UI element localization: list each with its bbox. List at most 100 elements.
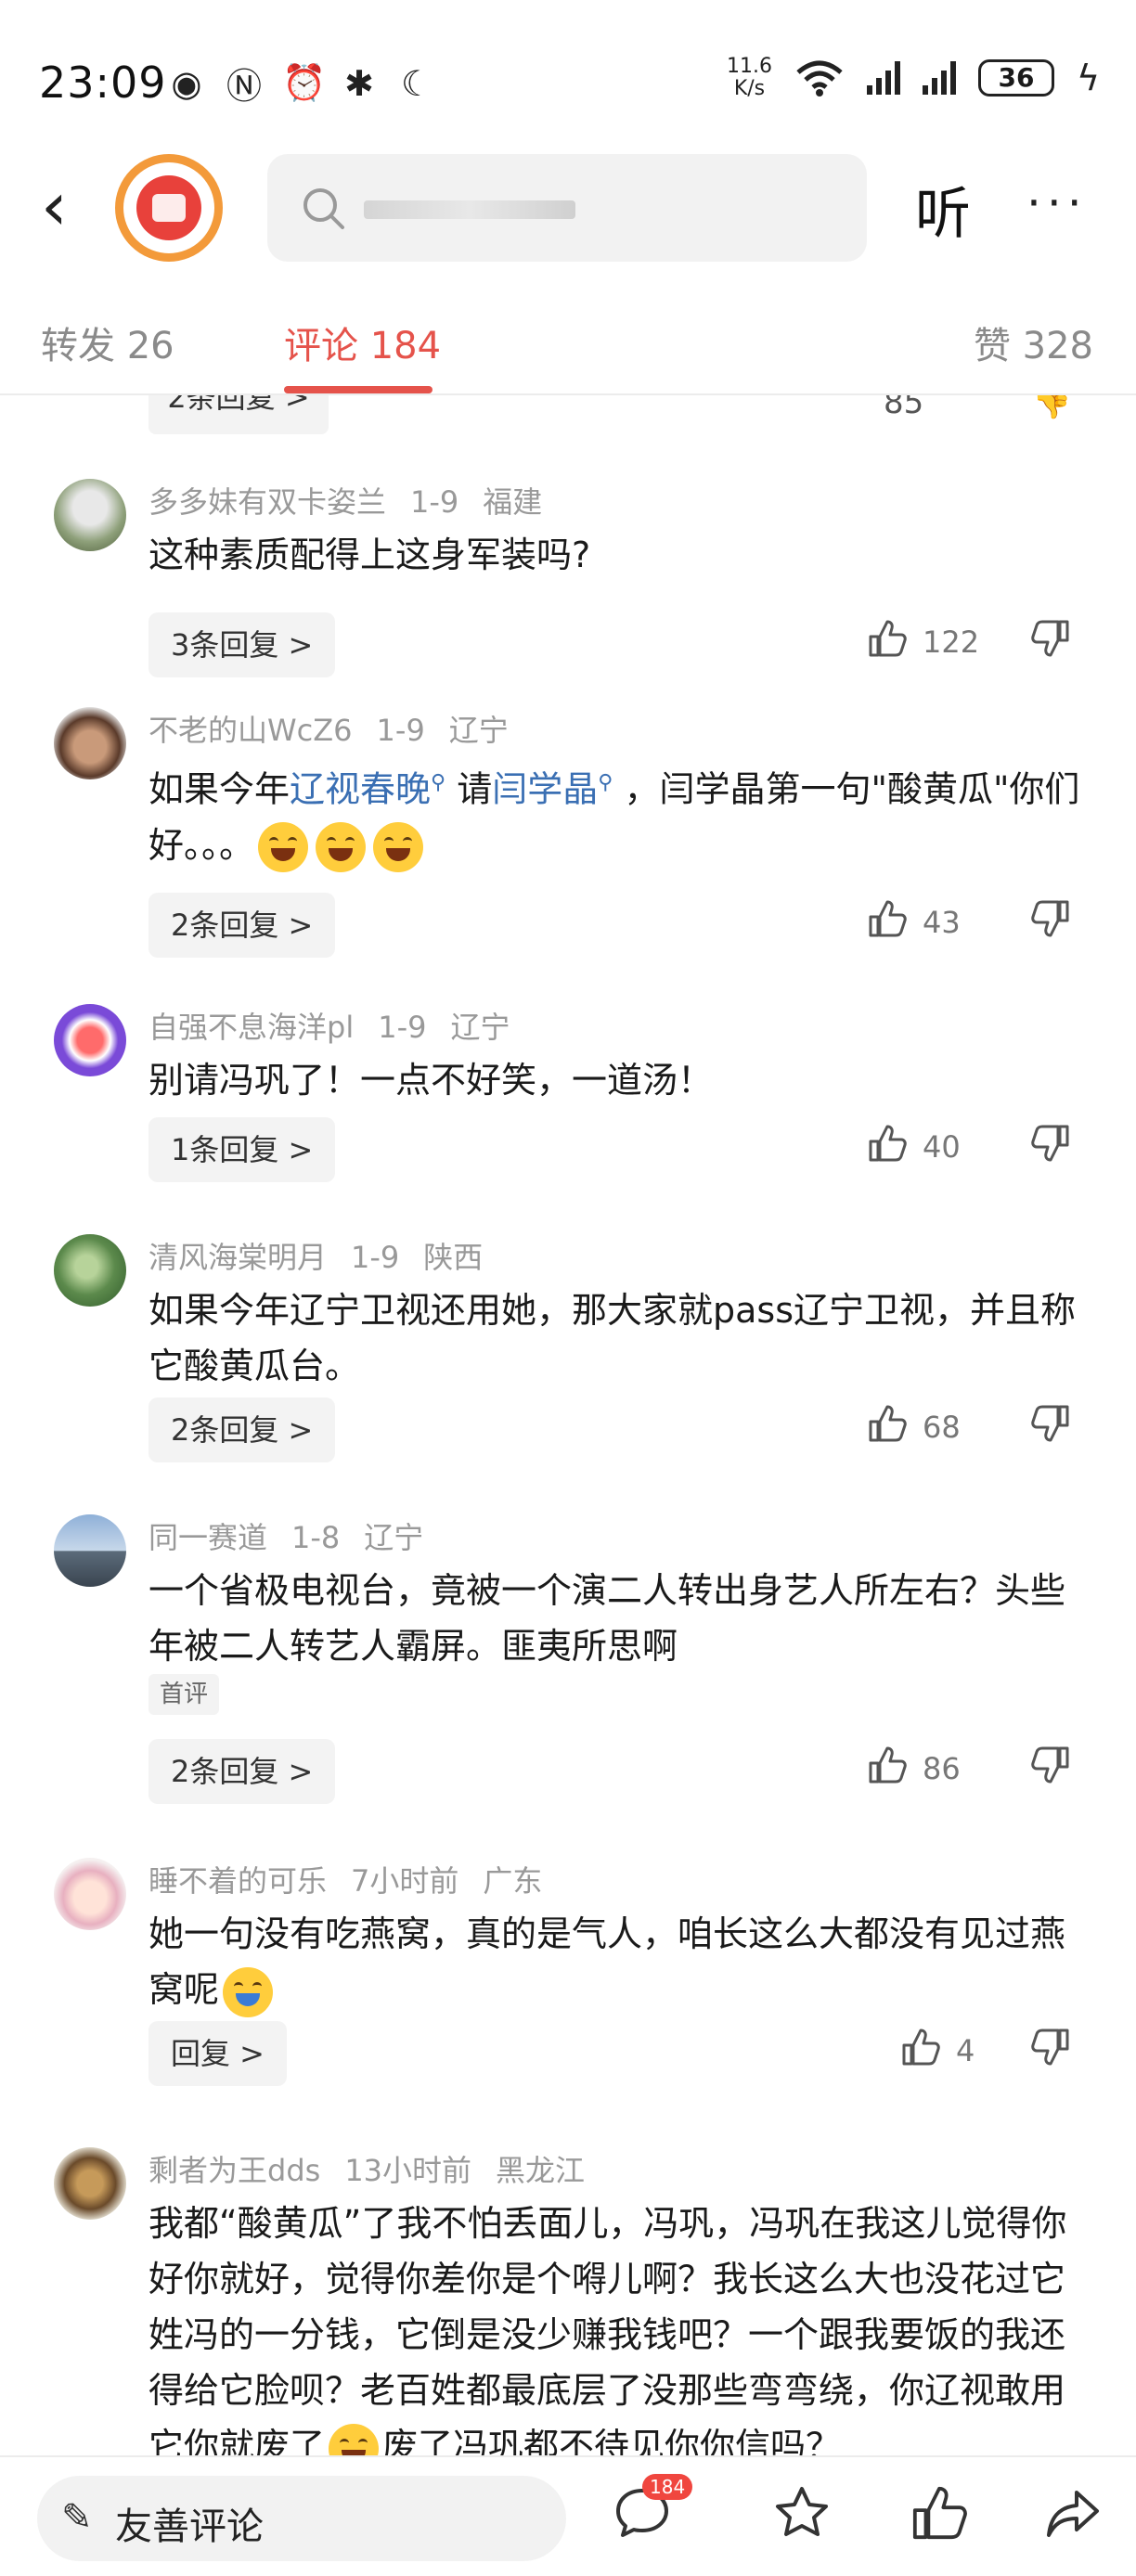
topic-link[interactable]: 闫学晶 <box>492 769 598 810</box>
avatar[interactable] <box>54 479 126 551</box>
like-count: 4 <box>956 2033 975 2068</box>
thumbs-down-icon[interactable] <box>1030 898 1071 943</box>
avatar[interactable] <box>54 707 126 779</box>
charging-icon: ϟ <box>1077 58 1101 98</box>
comment-count-badge: 184 <box>642 2474 693 2500</box>
thumbs-up-icon <box>867 618 908 666</box>
comment-input-placeholder: 友善评论 <box>115 2505 264 2548</box>
comment-region: 辽宁 <box>448 713 509 748</box>
topic-link[interactable]: 辽视春晚 <box>290 769 431 810</box>
star-icon[interactable] <box>772 2483 832 2546</box>
avatar[interactable] <box>54 1004 126 1076</box>
username[interactable]: 同一赛道 <box>148 1520 267 1555</box>
tab-comments[interactable]: 评论 184 <box>284 316 441 369</box>
like-count: 122 <box>923 625 980 660</box>
reply-button[interactable]: 2条回复 > <box>148 1397 336 1462</box>
status-bar: 23:09 ◉ Ⓝ ⏰ ✱ ☾ 11.6 K/s 36 ϟ <box>0 0 1136 139</box>
wifi-icon <box>796 60 843 97</box>
crying-emoji-icon <box>223 1966 274 2017</box>
search-icon: ⚲ <box>598 771 613 794</box>
avatar[interactable] <box>54 2147 126 2220</box>
username[interactable]: 清风海棠明月 <box>148 1240 327 1275</box>
comment-region: 陕西 <box>423 1240 484 1275</box>
username[interactable]: 多多妹有双卡姿兰 <box>148 484 386 520</box>
username[interactable]: 睡不着的可乐 <box>148 1863 327 1899</box>
moon-icon: ☾ <box>400 62 433 104</box>
avatar[interactable] <box>54 1234 126 1307</box>
thumbs-up-icon <box>867 898 908 947</box>
like-count: 85 <box>884 395 924 421</box>
like-count: 86 <box>923 1751 961 1786</box>
avatar[interactable] <box>54 1858 126 1930</box>
more-dots-icon[interactable]: ··· <box>1026 176 1088 230</box>
comment-meta: 清风海棠明月 1-9 陕西 <box>148 1234 507 1277</box>
like-count: 40 <box>923 1129 961 1165</box>
comment-meta: 睡不着的可乐 7小时前 广东 <box>148 1858 566 1900</box>
chevron-left-icon[interactable]: ‹ <box>41 173 68 239</box>
thumbs-up-icon <box>867 1745 908 1793</box>
network-speed-value: 11.6 <box>727 55 772 78</box>
comment-region: 辽宁 <box>364 1520 424 1555</box>
laugh-cry-emoji-icon <box>258 822 309 873</box>
status-time: 23:09 <box>39 58 167 108</box>
reply-button[interactable]: 2条回复 > <box>148 395 329 434</box>
tab-likes[interactable]: 赞 328 <box>974 316 1093 369</box>
comment-date: 7小时前 <box>351 1863 459 1899</box>
status-icons-right: 11.6 K/s 36 ϟ <box>727 56 1101 100</box>
comment-date: 1-9 <box>351 1240 400 1275</box>
comment-text: 这种素质配得上这身军装吗? <box>148 535 591 575</box>
comment-meta: 同一赛道 1-8 辽宁 <box>148 1514 447 1557</box>
username[interactable]: 不老的山WcZ6 <box>148 713 353 748</box>
search-icon <box>303 188 344 229</box>
like-button[interactable]: 40 <box>867 1123 961 1171</box>
like-button[interactable]: 86 <box>867 1745 961 1793</box>
comment-date: 13小时前 <box>344 2153 472 2188</box>
like-button[interactable]: 122 <box>867 618 979 666</box>
comment-region: 辽宁 <box>450 1010 510 1045</box>
listen-button[interactable]: 听 <box>915 169 971 250</box>
reply-button[interactable]: 3条回复 > <box>148 612 336 677</box>
username[interactable]: 自强不息海洋pl <box>148 1010 354 1045</box>
comment-input[interactable]: ✎ 友善评论 <box>37 2476 566 2561</box>
laugh-cry-emoji-icon <box>316 822 367 873</box>
tab-bar: 转发 26 评论 184 赞 328 <box>0 297 1136 395</box>
network-speed-unit: K/s <box>733 77 766 100</box>
comment-text: 如果今年辽视春晚⚲ 请闫学晶⚲ ，闫学晶第一句"酸黄瓜"你们好。。。 <box>148 755 1086 873</box>
reply-button[interactable]: 回复 > <box>148 2021 287 2086</box>
like-count: 43 <box>923 905 961 940</box>
thumbs-down-icon[interactable] <box>1030 1745 1071 1789</box>
share-icon[interactable] <box>1043 2483 1103 2546</box>
battery-indicator: 36 <box>978 59 1054 97</box>
comment-text: 如果今年辽宁卫视还用她，那大家就pass辽宁卫视，并且称它酸黄瓜台。 <box>148 1290 1077 1386</box>
top-nav: ‹ 听 ··· <box>0 139 1136 278</box>
like-button[interactable]: 68 <box>867 1403 961 1451</box>
reply-button[interactable]: 2条回复 > <box>148 893 336 958</box>
thumbs-down-icon[interactable] <box>1030 618 1071 663</box>
network-speed: 11.6 K/s <box>727 56 772 100</box>
comment-meta: 多多妹有双卡姿兰 1-9 福建 <box>148 479 566 522</box>
reply-button[interactable]: 2条回复 > <box>148 1739 336 1804</box>
username[interactable]: 剩者为王dds <box>148 2153 320 2188</box>
thumbs-up-icon[interactable] <box>910 2483 969 2546</box>
search-bar[interactable] <box>267 154 867 262</box>
comment-text: 别请冯巩了！一点不好笑，一道汤！ <box>148 1060 714 1101</box>
bottom-action-bar: ✎ 友善评论 184 <box>0 2455 1136 2576</box>
reply-button[interactable]: 1条回复 > <box>148 1117 336 1182</box>
comment-list[interactable]: 2条回复 > 85 👎 多多妹有双卡姿兰 1-9 福建 这种素质配得上这身军装吗? … <box>0 395 1136 2455</box>
like-button[interactable]: 43 <box>867 898 961 947</box>
comment-region: 广东 <box>483 1863 543 1899</box>
thumbs-up-icon <box>867 1123 908 1171</box>
tab-forward[interactable]: 转发 26 <box>41 316 174 369</box>
thumbs-down-icon[interactable] <box>1030 1403 1071 1448</box>
thumbs-up-icon <box>900 2027 941 2075</box>
app-logo[interactable] <box>115 154 223 262</box>
comment-date: 1-9 <box>410 484 459 520</box>
avatar[interactable] <box>54 1514 126 1587</box>
thumbs-down-icon[interactable] <box>1030 2027 1071 2071</box>
thumbs-down-icon[interactable]: 👎 <box>1032 395 1071 421</box>
status-icons-left: ◉ Ⓝ ⏰ ✱ ☾ <box>167 58 436 109</box>
thumbs-down-icon[interactable] <box>1030 1123 1071 1167</box>
comment-date: 1-9 <box>376 713 425 748</box>
like-button[interactable]: 4 <box>900 2027 975 2075</box>
comment-meta: 剩者为王dds 13小时前 黑龙江 <box>148 2147 609 2190</box>
